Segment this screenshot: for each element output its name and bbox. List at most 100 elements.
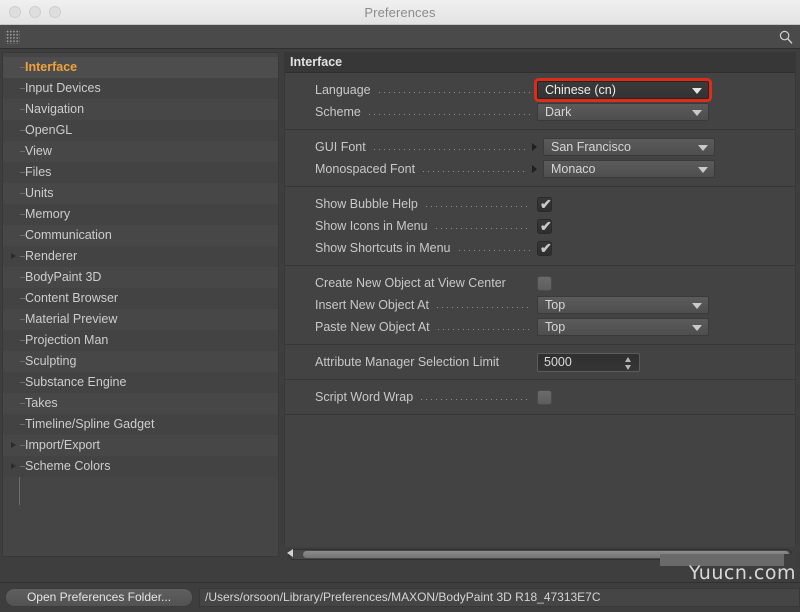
settings-group: Attribute Manager Selection Limit 5000 [285,345,795,380]
leader-dots [371,141,526,153]
sidebar-item-label: Units [25,186,54,200]
chevron-down-icon[interactable] [692,303,702,309]
setting-row-show-icons-in-menu: Show Icons in Menu ✔ [285,215,795,237]
stepper-arrows-icon[interactable] [625,356,632,370]
dropdown-value: Chinese (cn) [545,83,616,97]
open-preferences-folder-button[interactable]: Open Preferences Folder... [5,588,193,607]
sidebar-item-import-export[interactable]: Import/Export [3,435,278,456]
sidebar-item-communication[interactable]: Communication [3,225,278,246]
setting-row-scheme: Scheme Dark [285,101,795,123]
tree-branch-line [20,67,25,68]
setting-label: Attribute Manager Selection Limit [315,355,500,369]
checkbox-show-icons-in-menu[interactable]: ✔ [537,218,552,234]
sidebar-item-label: Content Browser [25,291,119,305]
tree-branch-line [20,130,25,131]
sidebar-item-timeline-spline-gadget[interactable]: Timeline/Spline Gadget [3,414,278,435]
chevron-down-icon[interactable] [692,325,702,331]
drag-grip-icon[interactable] [5,29,20,44]
window-title: Preferences [364,5,436,20]
control-slot: Top [537,318,795,336]
setting-label: GUI Font [315,140,366,154]
preferences-path-field[interactable]: /Users/orsoon/Library/Preferences/MAXON/… [199,588,800,607]
sidebar-item-interface[interactable]: Interface [3,57,278,78]
setting-row-gui-font: GUI Font San Francisco [285,136,795,158]
expand-triangle-icon[interactable] [11,253,16,259]
setting-row-paste-new-object-at: Paste New Object At Top [285,316,795,338]
tree-branch-line [20,214,25,215]
checkbox-create-new-object-at-view-center[interactable] [537,275,552,291]
control-slot: Dark [537,103,795,121]
sidebar-item-label: Files [25,165,52,179]
submenu-arrow-icon[interactable] [532,165,537,173]
sidebar-item-input-devices[interactable]: Input Devices [3,78,278,99]
checkbox-show-shortcuts-in-menu[interactable]: ✔ [537,239,552,256]
chevron-down-icon[interactable] [692,88,702,94]
sidebar-item-content-browser[interactable]: Content Browser [3,288,278,309]
sidebar-item-bodypaint-3d[interactable]: BodyPaint 3D [3,267,278,288]
chevron-down-icon[interactable] [692,110,702,116]
dropdown-monospaced-font[interactable]: Monaco [543,160,715,178]
chevron-down-icon[interactable] [698,145,708,151]
sidebar-item-label: Import/Export [25,438,101,452]
setting-label: Language [315,83,371,97]
tree-branch-line [20,424,25,425]
dropdown-scheme[interactable]: Dark [537,103,709,121]
setting-row-show-bubble-help: Show Bubble Help ✔ [285,193,795,215]
dropdown-paste-new-object-at[interactable]: Top [537,318,709,336]
settings-group: Script Word Wrap [285,380,795,415]
horizontal-scrollbar[interactable] [284,547,796,561]
leader-dots [456,242,532,254]
expand-triangle-icon[interactable] [11,463,16,469]
tree-branch-line [20,151,25,152]
sidebar-item-label: Material Preview [25,312,118,326]
expand-triangle-icon[interactable] [11,442,16,448]
scrollbar-thumb[interactable] [303,551,789,558]
tree-branch-line [20,172,25,173]
sidebar-item-sculpting[interactable]: Sculpting [3,351,278,372]
chevron-down-icon[interactable] [698,167,708,173]
number-field-attribute-manager-selection-limit[interactable]: 5000 [537,352,640,372]
sidebar-item-projection-man[interactable]: Projection Man [3,330,278,351]
scroll-left-arrow-icon[interactable] [287,549,293,557]
sidebar-item-view[interactable]: View [3,141,278,162]
sidebar-item-renderer[interactable]: Renderer [3,246,278,267]
scrollbar-track[interactable] [288,549,792,560]
dropdown-gui-font[interactable]: San Francisco [543,138,715,156]
content-area: Interface Input Devices Navigation OpenGL Vi… [0,49,800,563]
sidebar-item-label: Substance Engine [25,375,127,389]
dropdown-value: San Francisco [551,140,631,154]
checkmark-icon: ✔ [540,239,552,256]
control-slot: Monaco [543,160,795,178]
submenu-arrow-icon[interactable] [532,143,537,151]
dropdown-language[interactable]: Chinese (cn) [537,81,709,99]
sidebar-item-substance-engine[interactable]: Substance Engine [3,372,278,393]
search-icon[interactable] [779,30,793,44]
sidebar-item-memory[interactable]: Memory [3,204,278,225]
sidebar-item-navigation[interactable]: Navigation [3,99,278,120]
leader-dots [435,321,531,333]
title-bar: Preferences [0,0,800,25]
sidebar-item-material-preview[interactable]: Material Preview [3,309,278,330]
checkbox-script-word-wrap[interactable] [537,389,552,405]
sidebar-item-takes[interactable]: Takes [3,393,278,414]
setting-label: Paste New Object At [315,320,430,334]
sidebar-item-label: Interface [25,60,78,74]
tree-branch-line [20,193,25,194]
sidebar-item-label: Projection Man [25,333,109,347]
setting-label: Create New Object at View Center [315,276,506,290]
control-slot [537,275,795,291]
sidebar-item-opengl[interactable]: OpenGL [3,120,278,141]
setting-label: Show Shortcuts in Menu [315,241,451,255]
sidebar-item-label: Takes [25,396,58,410]
checkbox-show-bubble-help[interactable]: ✔ [537,196,552,212]
sidebar-item-scheme-colors[interactable]: Scheme Colors [3,456,278,477]
dropdown-insert-new-object-at[interactable]: Top [537,296,709,314]
sidebar-item-units[interactable]: Units [3,183,278,204]
sidebar-item-label: Sculpting [25,354,77,368]
sidebar-item-label: View [25,144,52,158]
preferences-category-tree[interactable]: Interface Input Devices Navigation OpenGL Vi… [2,52,279,557]
setting-row-attribute-manager-selection-limit: Attribute Manager Selection Limit 5000 [285,351,795,373]
sidebar-item-label: Memory [25,207,71,221]
sidebar-item-files[interactable]: Files [3,162,278,183]
setting-row-insert-new-object-at: Insert New Object At Top [285,294,795,316]
